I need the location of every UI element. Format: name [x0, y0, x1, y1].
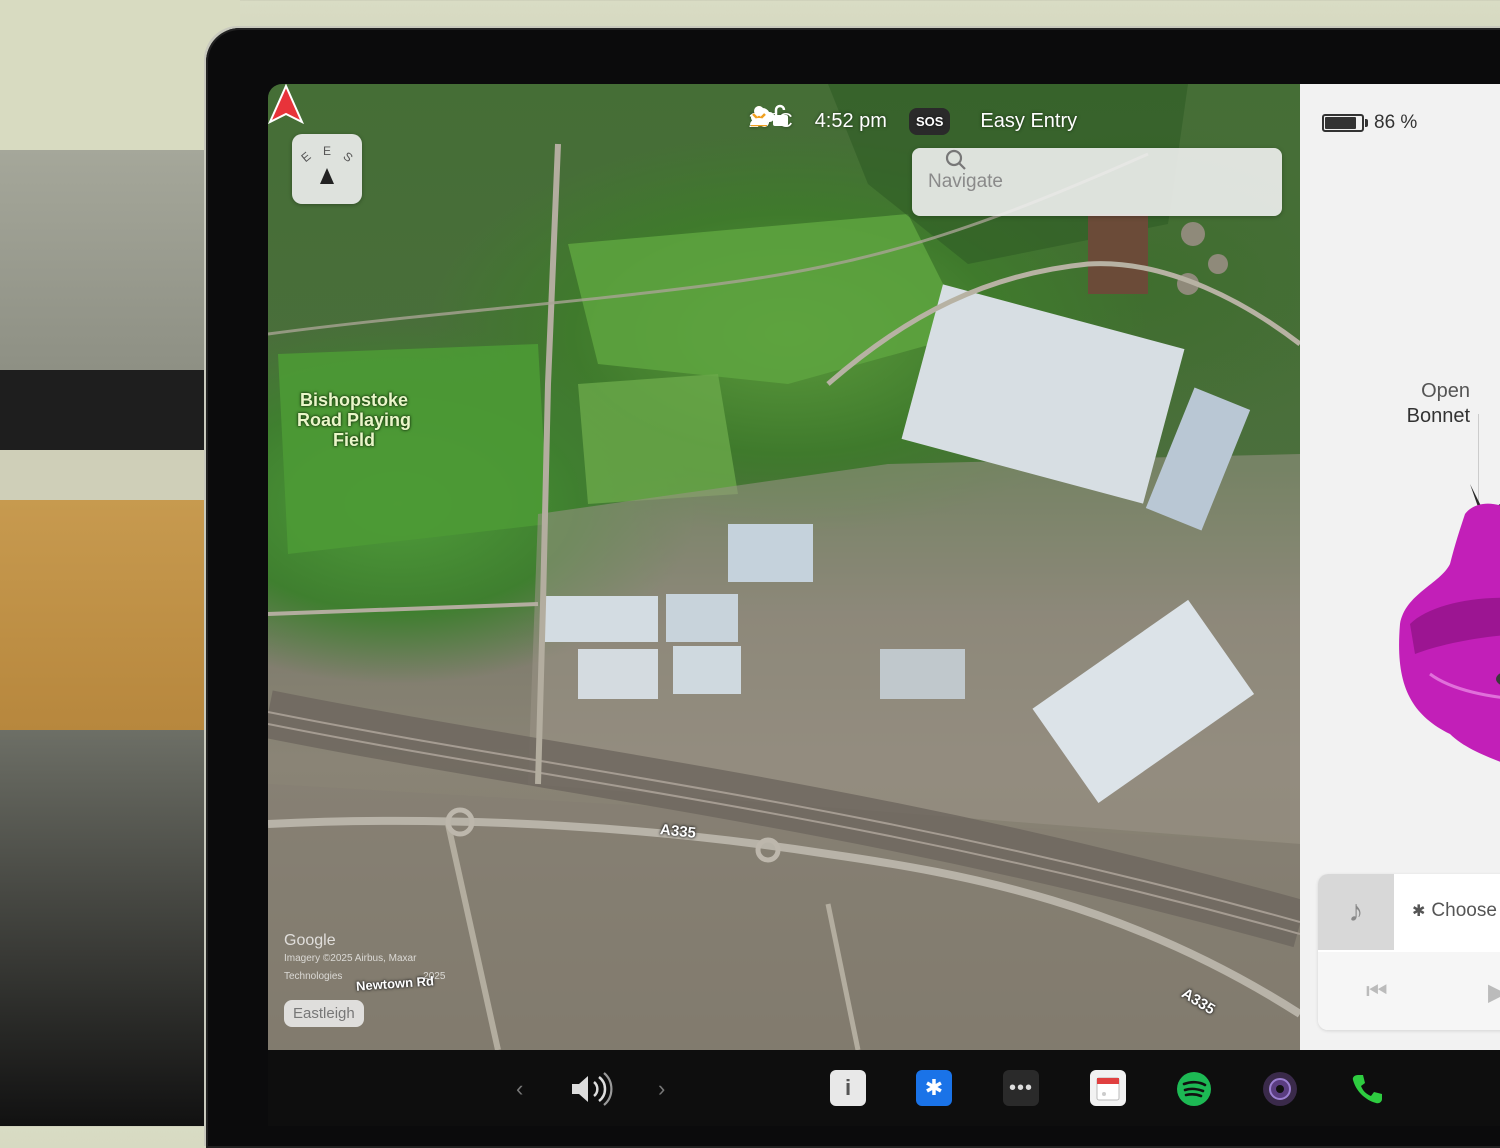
bluetooth-small-icon: ✱	[1412, 903, 1426, 920]
wall-stripe-grey	[0, 150, 240, 370]
attribution-brand: Google	[284, 932, 336, 949]
battery-icon	[1322, 114, 1368, 132]
map-attribution: Google Imagery ©2025 Airbus, Maxar Techn…	[284, 932, 445, 986]
compass-arrow-icon	[320, 168, 334, 184]
media-player-card[interactable]: ♪ ✱ Choose ⏮ ▶	[1318, 874, 1500, 1030]
touchscreen: Bishopstoke Road Playing Field A335 A335…	[268, 84, 1500, 1050]
dash-stripe-dark	[0, 370, 240, 450]
warehouse-roof	[578, 649, 658, 699]
calendar-icon[interactable]	[1090, 1070, 1126, 1106]
attribution-technologies: Technologies	[284, 971, 343, 982]
open-bonnet-button[interactable]: Open Bonnet	[1362, 379, 1470, 429]
bottom-dock: ‹ › i ✱ •••	[268, 1050, 1500, 1126]
media-source-selector[interactable]: ✱ Choose	[1412, 900, 1497, 922]
battery-fill	[1325, 117, 1356, 129]
status-bar: 19°C 4:52 pm SOS Easy Entry	[748, 104, 1099, 138]
bonnet-label-line1: Open	[1421, 380, 1470, 402]
warehouse-roof	[728, 524, 813, 582]
attribution-year: 2025	[423, 971, 446, 982]
music-note-icon: ♪	[1318, 874, 1394, 950]
vehicle-position-arrow-icon	[268, 84, 304, 124]
media-controls: ⏮ ▶	[1318, 952, 1500, 1030]
warehouse-roof	[666, 594, 738, 642]
battery-status: 86 %	[1322, 112, 1417, 134]
search-icon	[945, 149, 966, 170]
satellite-map[interactable]: Bishopstoke Road Playing Field A335 A335…	[268, 84, 1300, 1050]
settling-tank	[1181, 222, 1205, 246]
map-imagery	[268, 84, 1300, 1050]
compass-letter: E	[298, 149, 314, 165]
warehouse-roof	[880, 649, 965, 699]
car-3d-model[interactable]	[1390, 474, 1500, 774]
battery-tip	[1365, 119, 1368, 127]
warehouse-roof	[673, 646, 741, 694]
phone-icon[interactable]	[1350, 1070, 1384, 1108]
warehouse-roof	[543, 596, 658, 642]
wood-trim	[0, 500, 240, 730]
chevron-right-icon[interactable]: ›	[658, 1070, 665, 1108]
compass-letter: E	[323, 144, 332, 158]
unlock-icon[interactable]	[770, 104, 792, 128]
car-render-icon	[1399, 484, 1500, 762]
profile-name: Easy Entry	[980, 109, 1078, 132]
field-area	[578, 374, 738, 504]
compass-button[interactable]: E E S	[292, 134, 362, 204]
spotify-icon[interactable]	[1176, 1070, 1212, 1108]
settling-tank	[1208, 254, 1228, 274]
dash-lower	[0, 730, 240, 1126]
camera-icon[interactable]	[1262, 1070, 1298, 1108]
compass-letter: S	[340, 149, 356, 165]
bluetooth-icon[interactable]: ✱	[916, 1070, 952, 1106]
wall-stripe-light	[0, 0, 240, 150]
attribution-line1: Imagery ©2025 Airbus, Maxar	[284, 953, 417, 964]
navigate-search-box[interactable]	[912, 148, 1282, 216]
person-icon	[750, 106, 768, 125]
navigate-input[interactable]	[926, 170, 1190, 194]
play-button[interactable]: ▶	[1488, 978, 1500, 1007]
attribution-line2: Technologies 2025	[284, 968, 445, 986]
more-icon[interactable]: •••	[1003, 1070, 1039, 1106]
media-source-label: Choose	[1431, 900, 1497, 921]
previous-track-button[interactable]: ⏮	[1366, 978, 1388, 1006]
bonnet-label-line2: Bonnet	[1406, 405, 1470, 427]
clock: 4:52 pm	[814, 109, 887, 132]
treatment-works	[1088, 214, 1148, 294]
driver-profile-button[interactable]: Easy Entry	[750, 106, 1078, 133]
dash-stripe-cream	[0, 450, 240, 500]
road-minor	[268, 602, 539, 616]
city-name-chip[interactable]: Eastleigh	[284, 1000, 364, 1027]
manual-icon[interactable]: i	[830, 1070, 866, 1106]
car-status-panel: 86 % Open Bonnet ♪ ✱ Choose ⏮ ▶	[1300, 84, 1500, 1050]
field-area	[568, 214, 968, 384]
battery-percent: 86 %	[1374, 112, 1418, 133]
sos-button[interactable]: SOS	[908, 107, 951, 135]
road-label-a335: A335	[659, 821, 697, 842]
chevron-left-icon[interactable]: ‹	[516, 1070, 523, 1108]
place-label-playing-field[interactable]: Bishopstoke Road Playing Field	[292, 390, 416, 450]
volume-icon[interactable]	[568, 1070, 614, 1108]
